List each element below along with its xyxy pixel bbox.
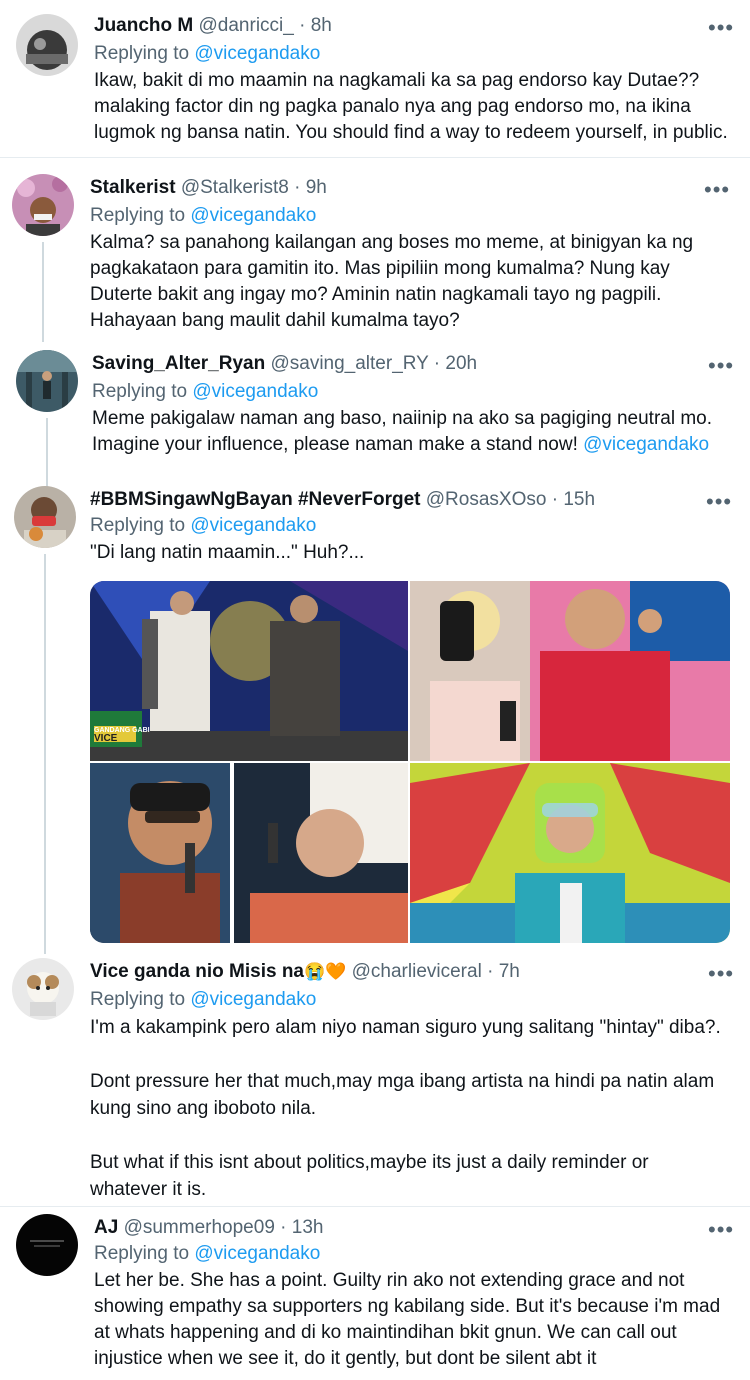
timestamp[interactable]: 8h xyxy=(311,15,332,36)
tweet-5[interactable]: Vice ganda nio Misis na😭🧡 @charlievicera… xyxy=(0,946,750,1206)
tweet-1[interactable]: Juancho M @danricci_ · 8h ••• Replying t… xyxy=(0,0,750,158)
replying-to-label: Replying to xyxy=(90,515,186,536)
tweet-3[interactable]: Saving_Alter_Ryan @saving_alter_RY · 20h… xyxy=(0,340,750,490)
avatar[interactable] xyxy=(14,486,76,548)
tweet-text: Kalma? sa panahong kailangan ang boses m… xyxy=(90,232,694,331)
avatar[interactable] xyxy=(12,174,74,236)
tweet-6[interactable]: AJ @summerhope09 · 13h ••• Replying to @… xyxy=(0,1208,750,1380)
tweet-text-line: Meme pakigalaw naman ang baso, naiinip n… xyxy=(92,408,713,429)
replying-to-mention[interactable]: @vicegandako xyxy=(192,381,318,402)
more-options-icon[interactable]: ••• xyxy=(706,491,732,513)
display-name[interactable]: Stalkerist xyxy=(90,177,176,198)
user-handle[interactable]: @RosasXOso xyxy=(426,489,547,510)
more-options-icon[interactable]: ••• xyxy=(704,179,730,201)
user-handle[interactable]: @charlieviceral xyxy=(352,961,482,982)
avatar[interactable] xyxy=(16,1214,78,1276)
user-handle[interactable]: @danricci_ xyxy=(199,15,294,36)
media-grid[interactable]: GANDANG GABI VICE xyxy=(90,581,730,943)
display-name[interactable]: Vice ganda nio Misis na xyxy=(90,961,304,982)
media-photo-4[interactable] xyxy=(410,763,730,943)
avatar[interactable] xyxy=(16,350,78,412)
dot-separator: · xyxy=(487,961,494,982)
more-options-icon[interactable]: ••• xyxy=(708,963,734,985)
user-handle[interactable]: @summerhope09 xyxy=(124,1217,275,1238)
replying-to-mention[interactable]: @vicegandako xyxy=(194,1243,320,1264)
timestamp[interactable]: 9h xyxy=(306,177,327,198)
thread-line xyxy=(42,242,44,342)
replying-to-mention[interactable]: @vicegandako xyxy=(190,989,316,1010)
name-emojis: 😭🧡 xyxy=(304,962,347,981)
tweet-text: Ikaw, bakit di mo maamin na nagkamali ka… xyxy=(94,70,728,143)
user-handle[interactable]: @Stalkerist8 xyxy=(181,177,289,198)
thread-line xyxy=(44,554,46,954)
display-name[interactable]: #BBMSingawNgBayan #NeverForget xyxy=(90,489,420,510)
tweet-text: "Di lang natin maamin..." Huh?... xyxy=(90,542,365,563)
dot-separator: · xyxy=(551,489,559,510)
show-logo-text: GANDANG GABI VICE xyxy=(94,727,150,744)
replying-to-label: Replying to xyxy=(90,989,186,1010)
media-photo-1[interactable]: GANDANG GABI VICE xyxy=(90,581,408,761)
tweet-text: I'm a kakampink pero alam niyo naman sig… xyxy=(90,1017,721,1200)
divider xyxy=(0,1206,750,1207)
dot-separator: · xyxy=(280,1217,287,1238)
inline-mention[interactable]: @vicegandako xyxy=(583,434,709,455)
replying-to-mention[interactable]: @vicegandako xyxy=(194,43,320,64)
more-options-icon[interactable]: ••• xyxy=(708,355,734,377)
timestamp[interactable]: 13h xyxy=(292,1217,324,1238)
user-handle[interactable]: @saving_alter_RY xyxy=(270,353,428,374)
tweet-text: Let her be. She has a point. Guilty rin … xyxy=(94,1270,721,1369)
display-name[interactable]: Saving_Alter_Ryan xyxy=(92,353,265,374)
replying-to-mention[interactable]: @vicegandako xyxy=(190,205,316,226)
media-photo-3[interactable] xyxy=(90,763,408,943)
timestamp[interactable]: 20h xyxy=(445,353,477,374)
more-options-icon[interactable]: ••• xyxy=(708,17,734,39)
replying-to-label: Replying to xyxy=(92,381,188,402)
replying-to-mention[interactable]: @vicegandako xyxy=(190,515,316,536)
replying-to-label: Replying to xyxy=(90,205,186,226)
avatar[interactable] xyxy=(16,14,78,76)
display-name[interactable]: AJ xyxy=(94,1217,118,1238)
display-name[interactable]: Juancho M xyxy=(94,15,193,36)
dot-separator: · xyxy=(299,15,306,36)
avatar[interactable] xyxy=(12,958,74,1020)
timestamp[interactable]: 15h xyxy=(563,489,595,510)
dot-separator: · xyxy=(294,177,301,198)
media-photo-2[interactable] xyxy=(410,581,730,761)
tweet-text-line: Imagine your influence, please naman mak… xyxy=(92,434,578,455)
tweet-2[interactable]: Stalkerist @Stalkerist8 · 9h ••• Replyin… xyxy=(0,160,750,342)
tweet-text: Meme pakigalaw naman ang baso, naiinip n… xyxy=(92,406,742,458)
dot-separator: · xyxy=(433,353,441,374)
more-options-icon[interactable]: ••• xyxy=(708,1219,734,1241)
timestamp[interactable]: 7h xyxy=(499,961,520,982)
divider xyxy=(0,157,750,158)
replying-to-label: Replying to xyxy=(94,43,190,64)
replying-to-label: Replying to xyxy=(94,1243,190,1264)
